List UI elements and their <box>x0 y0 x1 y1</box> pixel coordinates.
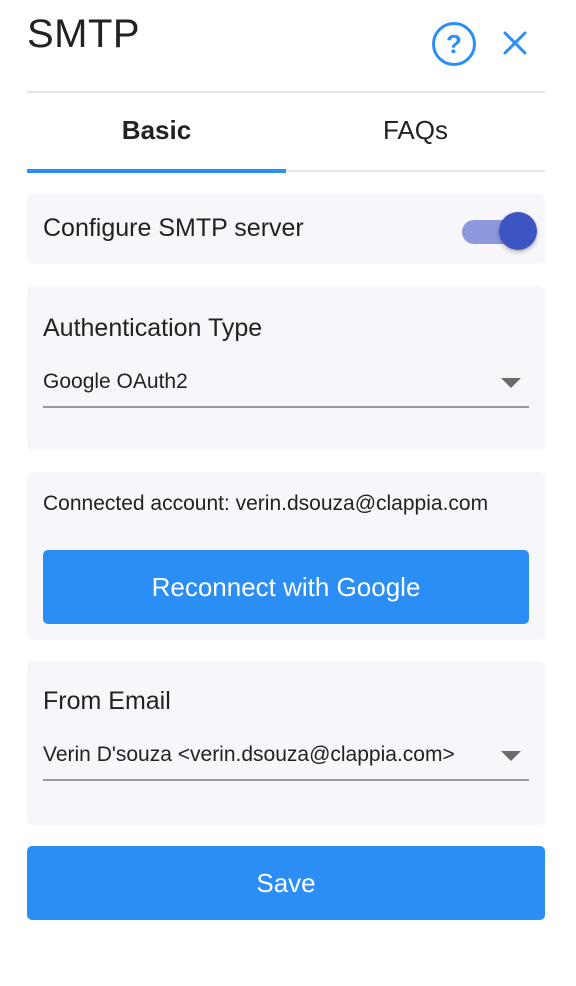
auth-type-select[interactable]: Google OAuth2 <box>43 358 529 408</box>
auth-card: Authentication Type Google OAuth2 <box>27 286 545 450</box>
chevron-down-icon <box>501 751 521 761</box>
connection-card: Connected account: verin.dsouza@clappia.… <box>27 472 545 640</box>
save-button[interactable]: Save <box>27 846 545 920</box>
active-tab-indicator <box>27 169 286 173</box>
close-icon[interactable] <box>500 28 530 58</box>
smtp-toggle-card: Configure SMTP server <box>27 194 545 264</box>
question-circle-icon: ? <box>446 29 462 59</box>
smtp-toggle-label: Configure SMTP server <box>43 214 304 242</box>
tab-basic[interactable]: Basic <box>27 115 286 146</box>
reconnect-google-button[interactable]: Reconnect with Google <box>43 550 529 624</box>
from-email-select[interactable]: Verin D'souza <verin.dsouza@clappia.com> <box>43 731 529 781</box>
from-email-label: From Email <box>43 687 171 715</box>
connected-account-text: Connected account: verin.dsouza@clappia.… <box>43 492 489 515</box>
auth-type-label: Authentication Type <box>43 314 263 342</box>
tab-faqs[interactable]: FAQs <box>286 115 545 146</box>
auth-type-value: Google OAuth2 <box>43 370 188 393</box>
chevron-down-icon <box>501 378 521 388</box>
header-divider <box>27 91 545 93</box>
from-email-value: Verin D'souza <verin.dsouza@clappia.com> <box>43 743 455 766</box>
page-title: SMTP <box>27 12 141 56</box>
from-email-card: From Email Verin D'souza <verin.dsouza@c… <box>27 661 545 825</box>
smtp-toggle-switch[interactable] <box>462 212 537 252</box>
help-button[interactable]: ? <box>432 22 476 66</box>
toggle-thumb <box>499 212 537 250</box>
